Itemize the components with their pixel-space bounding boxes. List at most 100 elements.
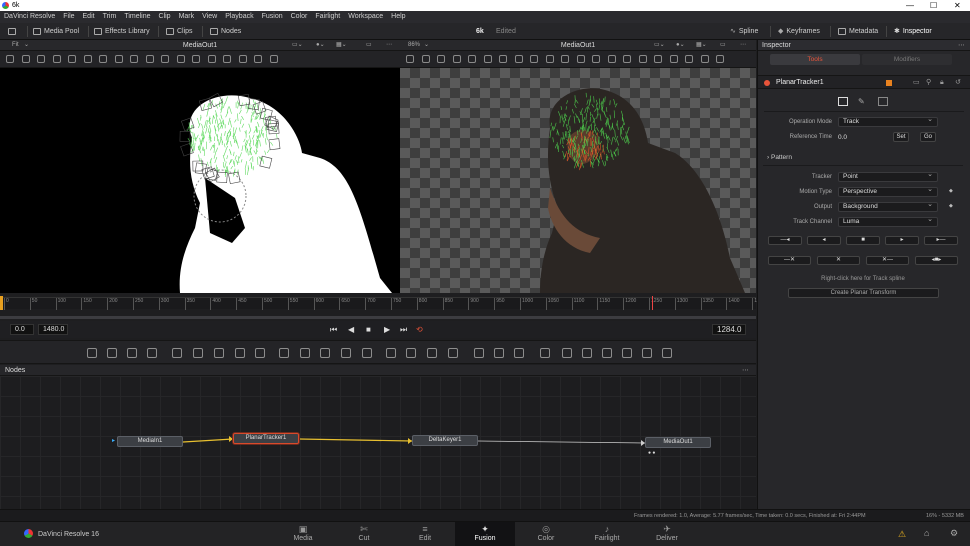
viewer-tool-icon[interactable] bbox=[83, 55, 92, 63]
viewer-tool-icon[interactable] bbox=[700, 55, 709, 63]
fusion-tool-icon[interactable] bbox=[127, 348, 137, 358]
menu-trim[interactable]: Trim bbox=[99, 11, 121, 23]
viewer-tool-icon[interactable] bbox=[592, 55, 600, 63]
more-options-icon[interactable]: ⋯ bbox=[958, 40, 965, 51]
fusion-tool-icon[interactable] bbox=[427, 348, 437, 358]
warning-icon[interactable]: ⚠ bbox=[898, 529, 906, 540]
track-channel-select[interactable]: Luma bbox=[838, 216, 938, 227]
fusion-tool-icon[interactable] bbox=[300, 348, 310, 358]
keyframe-dot-icon[interactable]: ◆ bbox=[949, 203, 953, 209]
fusion-tool-icon[interactable] bbox=[448, 348, 458, 358]
time-ruler[interactable]: 0 50 100 150 200 250 300 350 400 450 500 550 600 650 7… bbox=[0, 297, 765, 310]
reference-time-value[interactable]: 0.0 bbox=[838, 134, 847, 141]
menu-fusion[interactable]: Fusion bbox=[258, 11, 287, 23]
viewer-tool-icon[interactable] bbox=[207, 55, 216, 63]
viewer-layout-icon[interactable]: ▭⌄ bbox=[654, 40, 665, 51]
fusion-tool-icon[interactable] bbox=[255, 348, 265, 358]
menu-file[interactable]: File bbox=[59, 11, 78, 23]
viewer-tool-icon[interactable] bbox=[561, 55, 569, 63]
operation-mode-select[interactable]: Track bbox=[838, 116, 938, 127]
fusion-tool-icon[interactable] bbox=[514, 348, 524, 358]
node-color-swatch[interactable] bbox=[886, 80, 892, 86]
viewer-tool-icon[interactable] bbox=[685, 55, 693, 63]
fusion-tool-icon[interactable] bbox=[562, 348, 572, 358]
fusion-tool-icon[interactable] bbox=[172, 348, 182, 358]
lut-icon[interactable]: ▦⌄ bbox=[336, 40, 347, 51]
page-fairlight[interactable]: ♪ Fairlight bbox=[577, 522, 637, 546]
node-planartracker1[interactable]: PlanarTracker1 bbox=[233, 433, 299, 444]
fusion-tool-icon[interactable] bbox=[235, 348, 245, 358]
fusion-tool-icon[interactable] bbox=[214, 348, 224, 358]
fusion-tool-icon[interactable] bbox=[662, 348, 672, 358]
track-backward-button[interactable]: ◂ bbox=[807, 236, 841, 245]
fusion-tool-icon[interactable] bbox=[602, 348, 612, 358]
metadata-button[interactable]: Metadata bbox=[838, 23, 878, 40]
fusion-tool-icon[interactable] bbox=[341, 348, 351, 358]
fusion-tool-icon[interactable] bbox=[107, 348, 117, 358]
menu-edit[interactable]: Edit bbox=[79, 11, 99, 23]
viewer-tool-icon[interactable] bbox=[145, 55, 154, 63]
fusion-tool-icon[interactable] bbox=[320, 348, 330, 358]
version-icon[interactable]: ▭ bbox=[913, 76, 920, 90]
in-point-marker[interactable] bbox=[0, 296, 3, 310]
fusion-tool-icon[interactable] bbox=[193, 348, 203, 358]
menu-playback[interactable]: Playback bbox=[221, 11, 257, 23]
lut-icon[interactable]: ▦⌄ bbox=[696, 40, 707, 51]
more-options-icon[interactable]: ⋯ bbox=[740, 40, 746, 51]
fusion-tool-icon[interactable] bbox=[494, 348, 504, 358]
menu-davinci-resolve[interactable]: DaVinci Resolve bbox=[0, 11, 59, 23]
color-channel-icon[interactable]: ●⌄ bbox=[676, 40, 685, 51]
menu-help[interactable]: Help bbox=[387, 11, 409, 23]
viewer-tool-icon[interactable] bbox=[654, 55, 662, 63]
menu-clip[interactable]: Clip bbox=[155, 11, 175, 23]
go-to-start-icon[interactable]: ⏮ bbox=[330, 324, 337, 335]
track-to-start-button[interactable]: —◂ bbox=[768, 236, 802, 245]
fusion-tool-icon[interactable] bbox=[147, 348, 157, 358]
delete-track-button[interactable]: ✕ bbox=[817, 256, 860, 265]
fusion-tool-icon[interactable] bbox=[642, 348, 652, 358]
viewer-tool-icon[interactable] bbox=[223, 55, 231, 63]
go-to-end-icon[interactable]: ⏭ bbox=[400, 324, 407, 335]
track-spline-hint[interactable]: Right-click here for Track spline bbox=[763, 276, 963, 282]
viewer-tool-icon[interactable] bbox=[545, 55, 554, 63]
track-to-end-button[interactable]: ▸— bbox=[924, 236, 958, 245]
panel-toggle-icon[interactable] bbox=[8, 23, 16, 40]
viewer-tool-icon[interactable] bbox=[638, 55, 647, 63]
track-forward-button[interactable]: ▸ bbox=[885, 236, 919, 245]
keyframes-button[interactable]: ◆ Keyframes bbox=[778, 23, 820, 40]
node-editor[interactable]: MediaIn1 PlanarTracker1 DeltaKeyer1 Medi… bbox=[0, 376, 756, 509]
page-media[interactable]: ▣ Media bbox=[273, 522, 333, 546]
viewer-tool-icon[interactable] bbox=[6, 55, 14, 63]
menu-mark[interactable]: Mark bbox=[175, 11, 199, 23]
settings-subtab-icon[interactable]: ✎ bbox=[858, 97, 865, 106]
nodes-button[interactable]: Nodes bbox=[210, 23, 241, 40]
menu-timeline[interactable]: Timeline bbox=[120, 11, 154, 23]
viewer-tool-icon[interactable] bbox=[269, 55, 278, 63]
delete-track-before-button[interactable]: —✕ bbox=[768, 256, 811, 265]
viewer-tool-icon[interactable] bbox=[437, 55, 445, 63]
more-options-icon[interactable]: ⋯ bbox=[742, 365, 749, 376]
viewer-tool-icon[interactable] bbox=[238, 55, 247, 63]
fusion-tool-icon[interactable] bbox=[474, 348, 484, 358]
home-icon[interactable]: ⌂ bbox=[924, 528, 929, 538]
fusion-tool-icon[interactable] bbox=[279, 348, 289, 358]
viewer-tool-icon[interactable] bbox=[37, 55, 45, 63]
viewer-tool-icon[interactable] bbox=[161, 55, 169, 63]
viewer-tool-icon[interactable] bbox=[483, 55, 492, 63]
right-viewer-zoom-dropdown[interactable]: 86% bbox=[408, 40, 420, 51]
close-icon[interactable]: ✕ bbox=[954, 0, 961, 11]
node-mediain1[interactable]: MediaIn1 bbox=[117, 436, 183, 447]
motion-type-select[interactable]: Perspective bbox=[838, 186, 938, 197]
pin-icon[interactable]: ⚲ bbox=[926, 76, 931, 90]
lock-icon[interactable]: 🔒︎ bbox=[940, 76, 944, 90]
set-button[interactable]: Set bbox=[893, 132, 909, 142]
viewer-tool-icon[interactable] bbox=[52, 55, 61, 63]
tab-modifiers[interactable]: Modifiers bbox=[862, 54, 952, 65]
node-mediaout1[interactable]: MediaOut1 bbox=[645, 437, 711, 448]
delete-track-range-button[interactable]: ◂■▸ bbox=[915, 256, 958, 265]
camera-subtab-icon[interactable] bbox=[878, 97, 888, 106]
viewer-tool-icon[interactable] bbox=[576, 55, 585, 63]
left-viewer-fit-dropdown[interactable]: Fit bbox=[12, 40, 19, 51]
menu-view[interactable]: View bbox=[198, 11, 221, 23]
viewer-tool-icon[interactable] bbox=[421, 55, 430, 63]
